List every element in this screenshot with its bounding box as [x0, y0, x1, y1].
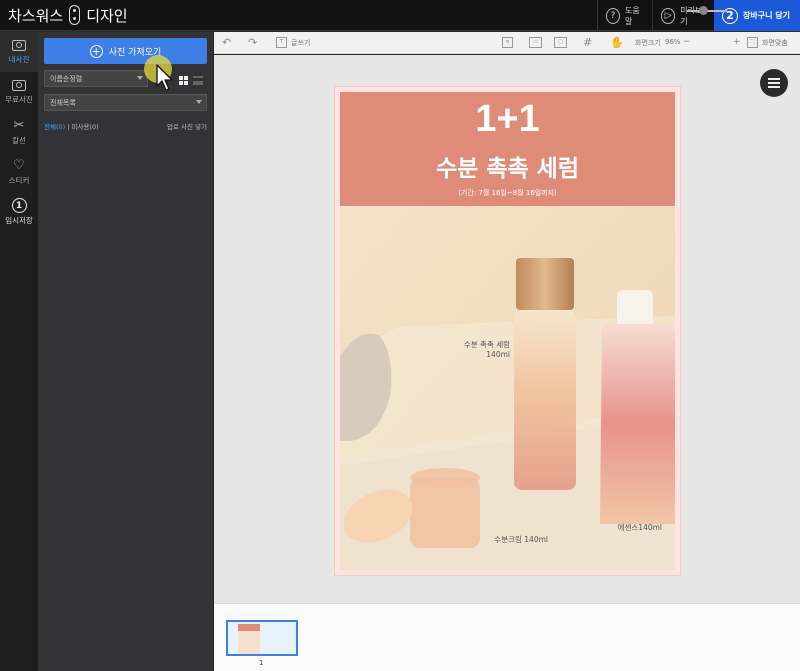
brand-suffix: 디자인 [86, 6, 128, 25]
scissors-icon: ✂ [13, 118, 25, 133]
poster-period[interactable]: (기간: 7월 16일~8월 16일까지) [340, 188, 675, 198]
rail-item-cut-line[interactable]: ✂ 칼선 [0, 112, 38, 152]
add-to-cart-button[interactable]: 2 장바구니 담기 [714, 0, 800, 31]
top-bar: 차스워스 디자인 ? 도움말 ▷ 미리보기 2 장바구니 담기 [0, 0, 800, 31]
page-strip: 1 [214, 603, 800, 671]
rail-item-free-photos[interactable]: 무료사진 [0, 72, 38, 112]
poster-header[interactable]: 1+1 수분 촉촉 세럼 (기간: 7월 16일~8월 16일까지) [340, 92, 675, 206]
page-thumbnail[interactable] [226, 620, 298, 656]
rail-item-label: 임시저장 [5, 216, 33, 225]
layer-icon[interactable]: ▭ [529, 37, 542, 48]
rail-item-label: 무료사진 [5, 94, 33, 104]
photo-panel: + 사진 가져오기 이름순정렬 전체목록 전체(0) | 미사용(0) 업로 사… [38, 32, 214, 671]
zoom-in-icon[interactable]: + [733, 37, 741, 47]
rail-item-my-photos[interactable]: 내사진 [0, 32, 38, 72]
upload-photo-button[interactable]: + 사진 가져오기 [44, 38, 207, 64]
chevron-down-icon [137, 76, 143, 80]
number-one-icon: 1 [11, 198, 27, 213]
tube-logo-icon [69, 5, 81, 25]
redo-icon[interactable]: ↷ [248, 36, 257, 49]
brand-name: 차스워스 [8, 6, 64, 25]
rail-item-sticker[interactable]: ♡ 스티커 [0, 152, 38, 192]
editor-toolbar: ↶ ↷ T 글쓰기 ≡ ▭ ▢ # ✋ 화면크기 96% − + ⛶ 화면맞춤 [214, 32, 800, 54]
photo-filter: 전체(0) | 미사용(0) [44, 121, 99, 131]
text-tool-icon[interactable]: T [276, 37, 287, 48]
page-thumbnail-preview [238, 624, 260, 654]
rail-item-label: 칼선 [12, 136, 26, 145]
undo-icon[interactable]: ↶ [222, 36, 231, 49]
mouse-pointer-icon [156, 64, 173, 91]
page-number: 1 [259, 659, 264, 667]
label-cream[interactable]: 수분크림 140ml [480, 535, 548, 545]
rail-item-label: 스티커 [8, 176, 30, 185]
filter-unused[interactable]: 미사용(0) [72, 123, 99, 131]
layer-menu-button[interactable] [760, 69, 788, 97]
preview-button[interactable]: ▷ 미리보기 [652, 0, 714, 31]
hide-used-photos-toggle[interactable]: 업로 사진 넣기 [167, 121, 207, 131]
label-serum[interactable]: 수분 촉촉 세럼 140ml [440, 340, 510, 360]
rail-item-temp-save[interactable]: 1 임시저장 [0, 192, 38, 232]
play-icon: ▷ [661, 7, 676, 24]
label-serum-volume: 140ml [486, 350, 510, 359]
heart-icon: ♡ [13, 158, 25, 173]
brand-logo: 차스워스 디자인 [8, 4, 128, 26]
free-photo-icon [12, 79, 26, 91]
folder-select[interactable]: 전체목록 [44, 94, 207, 111]
hand-icon[interactable]: ✋ [610, 36, 624, 49]
fit-screen-icon[interactable]: ⛶ [747, 37, 758, 48]
photo-icon [12, 39, 26, 51]
grid-icon[interactable]: # [583, 36, 592, 49]
text-tool-label[interactable]: 글쓰기 [291, 38, 310, 48]
cart-label: 장바구니 담기 [743, 11, 790, 20]
sort-select[interactable]: 이름순정렬 [44, 70, 148, 87]
help-icon: ? [606, 7, 621, 24]
poster-headline[interactable]: 1+1 [340, 98, 675, 141]
plus-circle-icon: + [89, 44, 103, 58]
grid-view-icon[interactable] [179, 76, 188, 85]
left-rail: 내사진 무료사진 ✂ 칼선 ♡ 스티커 1 임시저장 [0, 32, 38, 671]
help-label: 도움말 [625, 5, 640, 26]
chevron-down-icon [196, 100, 202, 104]
filter-all[interactable]: 전체(0) [44, 123, 65, 131]
list-view-icon[interactable] [193, 76, 203, 85]
label-serum-name: 수분 촉촉 세럼 [463, 340, 510, 349]
zoom-value: 96% [665, 38, 681, 46]
align-icon[interactable]: ≡ [502, 37, 513, 48]
label-essence[interactable]: 에센스140ml [600, 523, 662, 533]
rail-item-label: 내사진 [8, 54, 30, 64]
poster-product-title[interactable]: 수분 촉촉 세럼 [340, 149, 675, 183]
product-photo[interactable] [340, 206, 675, 570]
size-icon[interactable]: ▢ [554, 37, 567, 48]
folder-value: 전체목록 [50, 98, 76, 107]
zoom-out-icon[interactable]: − [683, 37, 691, 47]
filter-separator: | [67, 123, 70, 131]
fit-screen-label[interactable]: 화면맞춤 [762, 38, 788, 48]
sort-value: 이름순정렬 [50, 74, 83, 83]
help-button[interactable]: ? 도움말 [597, 0, 652, 31]
zoom-slider-handle[interactable] [699, 6, 708, 15]
zoom-label: 화면크기 [635, 39, 661, 47]
